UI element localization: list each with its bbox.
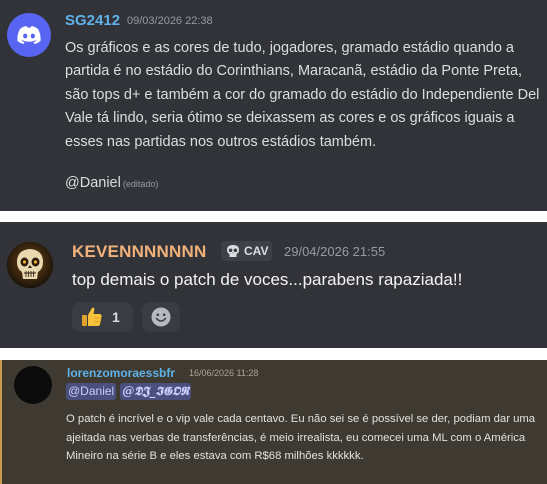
- avatar[interactable]: [7, 13, 51, 57]
- add-reaction-button[interactable]: [142, 302, 180, 332]
- timestamp: 09/03/2026 22:38: [127, 15, 213, 27]
- discord-logo-icon: [17, 26, 41, 44]
- author-name[interactable]: KEVENNNNNNN: [72, 242, 206, 262]
- message-text: Os gráficos e as cores de tudo, jogadore…: [65, 40, 540, 150]
- mention-dj-igor[interactable]: @𝕯𝕵_𝕴𝕲𝕺𝕽: [120, 383, 192, 400]
- message-lorenzomoraessbfr: lorenzomoraessbfr 16/06/2026 11:28 @Dani…: [0, 360, 547, 484]
- mentions: @Daniel @𝕯𝕵_𝕴𝕲𝕺𝕽: [66, 383, 192, 400]
- timestamp: 16/06/2026 11:28: [189, 368, 259, 378]
- author-name[interactable]: lorenzomoraessbfr: [67, 366, 175, 380]
- message-sg2412: SG2412 09/03/2026 22:38 Os gráficos e as…: [0, 0, 547, 211]
- mention-daniel[interactable]: @Daniel: [65, 175, 121, 191]
- mention-line: @Daniel (editado): [65, 175, 158, 191]
- message-text: O patch é incrível e o vip vale cada cen…: [66, 413, 536, 462]
- divider: [0, 348, 547, 360]
- author-name[interactable]: SG2412: [65, 12, 120, 29]
- divider: [0, 211, 547, 222]
- skull-icon: [227, 245, 239, 257]
- mention-daniel[interactable]: @Daniel: [66, 383, 117, 400]
- timestamp: 29/04/2026 21:55: [284, 244, 386, 259]
- clan-tag[interactable]: CAV: [221, 241, 272, 261]
- edited-label: (editado): [122, 179, 159, 189]
- smiley-icon: [151, 307, 171, 327]
- mention-highlight-bar: [0, 360, 2, 484]
- skull-avatar: [7, 242, 53, 288]
- avatar[interactable]: [7, 242, 53, 288]
- message-text: top demais o patch de voces...parabens r…: [72, 270, 463, 289]
- avatar[interactable]: [14, 366, 52, 404]
- reaction-count: 1: [112, 309, 120, 325]
- thumbs-up-icon: [82, 307, 102, 326]
- message-kevennnnnnn: KEVENNNNNNN CAV 29/04/2026 21:55 top dem…: [0, 222, 547, 348]
- reaction-thumbs-up[interactable]: 1: [72, 302, 133, 332]
- clan-tag-label: CAV: [244, 244, 269, 258]
